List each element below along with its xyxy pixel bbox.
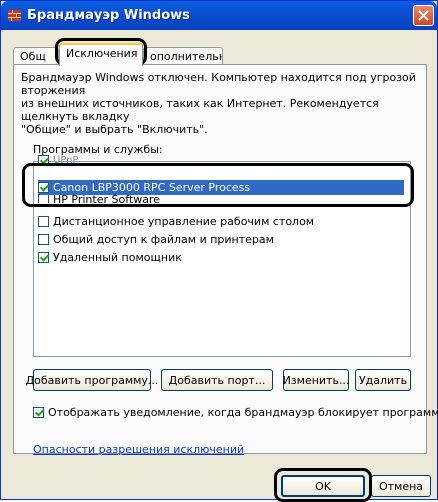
list-item-canon-lbp3000[interactable]: Canon LBP3000 RPC Server Process xyxy=(38,180,404,195)
cancel-button[interactable]: Отмена xyxy=(371,475,431,497)
list-item-remote-desktop[interactable]: Дистанционное управление рабочим столом xyxy=(38,214,404,229)
list-item-hp-software[interactable]: HP Printer Software xyxy=(38,195,404,203)
list-item-label: Общий доступ к файлам и принтерам xyxy=(53,233,274,246)
checkbox-file-printer-sharing[interactable] xyxy=(38,234,49,245)
list-item-label: Дистанционное управление рабочим столом xyxy=(53,215,315,228)
notify-label: Отображать уведомление, когда брандмауэр… xyxy=(48,406,438,419)
notify-option[interactable]: Отображать уведомление, когда брандмауэр… xyxy=(33,406,438,419)
checkbox-hp-software[interactable] xyxy=(38,195,49,203)
tab-advanced[interactable]: ополнительно xyxy=(143,47,223,65)
exceptions-risk-link[interactable]: Опасности разрешения исключений xyxy=(33,443,244,456)
checkbox-remote-assistance[interactable] xyxy=(38,252,49,263)
add-port-button[interactable]: Добавить порт... xyxy=(161,369,273,391)
firewall-warning-text: Брандмауэр Windows отключен. Компьютер н… xyxy=(21,71,416,136)
tab-general[interactable]: Общ xyxy=(13,47,59,65)
firewall-window: Брандмауэр Windows Общ Исключения ополни… xyxy=(0,0,438,500)
list-item-label: UPnP xyxy=(53,155,79,166)
close-button[interactable] xyxy=(413,5,434,26)
notify-checkbox[interactable] xyxy=(33,407,44,418)
ok-button[interactable]: OK xyxy=(281,475,365,497)
title-bar[interactable]: Брандмауэр Windows xyxy=(1,1,437,30)
checkbox-canon-lbp3000[interactable] xyxy=(38,182,49,193)
list-item-file-printer-sharing[interactable]: Общий доступ к файлам и принтерам xyxy=(38,232,404,247)
list-item-label: Canon LBP3000 RPC Server Process xyxy=(53,181,251,194)
list-item-upnp[interactable]: UPnP xyxy=(38,153,404,168)
checkbox-upnp[interactable] xyxy=(38,155,49,166)
add-program-button[interactable]: Добавить программу... xyxy=(26,369,158,391)
tab-strip: Общ Исключения ополнительно xyxy=(13,43,233,66)
list-item-remote-assistance[interactable]: Удаленный помощник xyxy=(38,250,404,265)
edit-button[interactable]: Изменить... xyxy=(283,369,349,391)
checkbox-remote-desktop[interactable] xyxy=(38,216,49,227)
window-title: Брандмауэр Windows xyxy=(27,8,190,23)
tab-exceptions[interactable]: Исключения xyxy=(59,43,143,66)
tab-exceptions-label: Исключения xyxy=(66,47,138,60)
tab-general-label: Общ xyxy=(20,50,46,63)
firewall-icon xyxy=(8,10,21,21)
list-item-label: HP Printer Software xyxy=(53,195,160,203)
delete-button[interactable]: Удалить xyxy=(355,369,411,391)
list-item-label: Удаленный помощник xyxy=(53,251,182,264)
tab-advanced-label: ополнительно xyxy=(150,50,222,63)
programs-list[interactable]: UPnP Canon LBP3000 RPC Server Process HP… xyxy=(33,155,411,357)
close-icon xyxy=(418,10,429,21)
